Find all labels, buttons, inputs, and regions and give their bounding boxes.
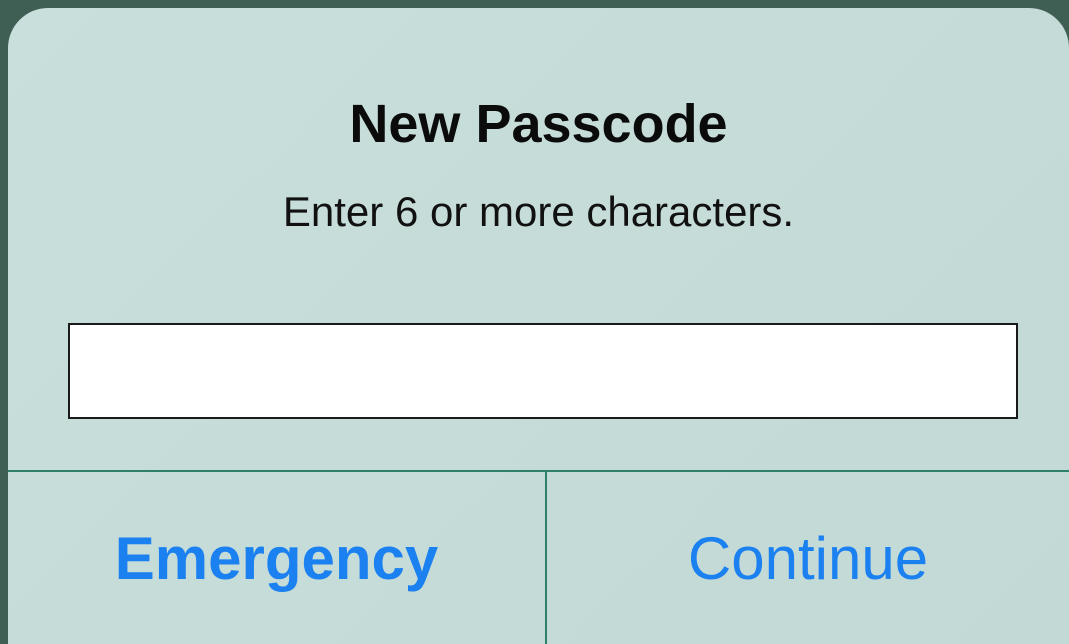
continue-button[interactable]: Continue [547, 472, 1069, 644]
alert-message: Enter 6 or more characters. [282, 188, 795, 235]
new-passcode-alert: New Passcode Enter 6 or more characters.… [8, 8, 1069, 644]
emergency-button[interactable]: Emergency [8, 472, 545, 644]
alert-title: New Passcode [349, 94, 728, 154]
passcode-input[interactable] [68, 323, 1018, 419]
